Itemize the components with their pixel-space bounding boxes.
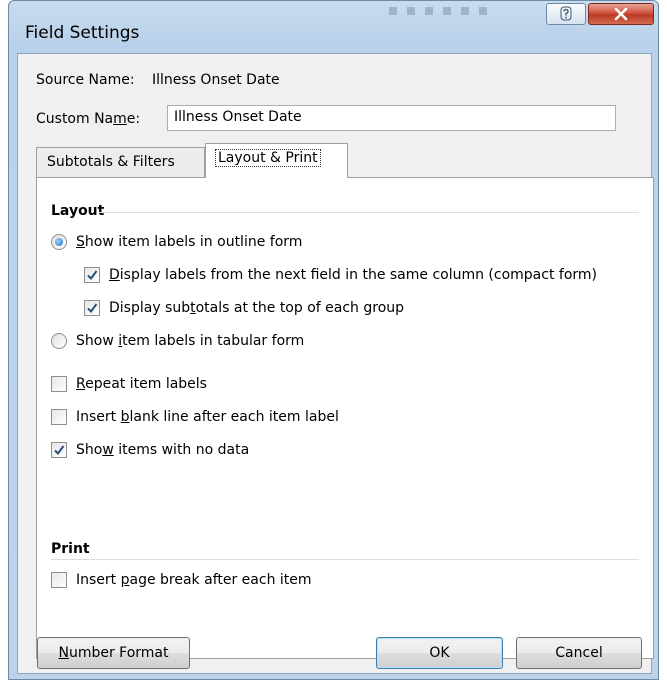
cancel-button[interactable]: Cancel <box>516 637 642 669</box>
checkmark-icon <box>54 445 65 456</box>
tabular-form-label: Show item labels in tabular form <box>76 333 305 349</box>
print-separator <box>51 559 639 560</box>
tab-label: Layout & Print <box>215 149 321 167</box>
tabular-form-radio[interactable]: Show item labels in tabular form <box>51 333 304 349</box>
ok-button[interactable]: OK <box>376 637 503 669</box>
subtotals-top-checkbox[interactable]: Display subtotals at the top of each gro… <box>84 300 404 316</box>
title-bar-decoration <box>389 7 487 47</box>
subtotals-top-label: Display subtotals at the top of each gro… <box>109 300 405 316</box>
radio-unselected[interactable] <box>51 333 67 349</box>
checkbox-unchecked[interactable] <box>51 376 67 392</box>
cancel-label: Cancel <box>555 645 603 661</box>
blank-line-label: Insert blank line after each item label <box>76 409 339 425</box>
layout-print-panel: Layout Show item labels in outline form … <box>36 177 654 659</box>
repeat-labels-checkbox[interactable]: Repeat item labels <box>51 376 207 392</box>
page-break-checkbox[interactable]: Insert page break after each item <box>51 572 312 588</box>
radio-selected[interactable] <box>51 234 67 250</box>
tab-subtotals-filters[interactable]: Subtotals & Filters <box>36 147 205 177</box>
number-format-button[interactable]: Number Format <box>37 637 190 669</box>
repeat-labels-label: Repeat item labels <box>76 376 207 392</box>
custom-name-input[interactable]: Illness Onset Date <box>167 105 616 131</box>
close-button[interactable] <box>588 3 654 25</box>
number-format-label: Number Format <box>58 645 169 661</box>
show-no-data-checkbox[interactable]: Show items with no data <box>51 442 249 458</box>
tab-label: Subtotals & Filters <box>47 154 175 170</box>
field-settings-dialog: Field Settings Source Name: Illness Onse… <box>8 0 659 680</box>
tab-layout-print[interactable]: Layout & Print <box>205 143 348 178</box>
dialog-body: Source Name: Illness Onset Date Custom N… <box>17 53 654 674</box>
title-bar[interactable]: Field Settings <box>9 1 658 53</box>
page-break-label: Insert page break after each item <box>76 572 312 588</box>
dialog-title: Field Settings <box>25 23 140 43</box>
show-no-data-label: Show items with no data <box>76 442 250 458</box>
layout-section-title: Layout <box>51 203 105 219</box>
source-name-value: Illness Onset Date <box>152 72 280 88</box>
custom-name-label: Custom Name: <box>36 111 141 127</box>
outline-form-radio[interactable]: Show item labels in outline form <box>51 234 302 250</box>
checkbox-checked[interactable] <box>84 300 100 316</box>
checkmark-icon <box>87 270 98 281</box>
source-name-label: Source Name: <box>36 72 135 88</box>
checkbox-unchecked[interactable] <box>51 572 67 588</box>
outline-form-label: Show item labels in outline form <box>76 234 303 250</box>
checkbox-checked[interactable] <box>84 267 100 283</box>
layout-separator <box>99 212 639 213</box>
help-button[interactable] <box>546 3 586 25</box>
compact-form-checkbox[interactable]: Display labels from the next field in th… <box>84 267 597 283</box>
ok-label: OK <box>429 645 450 661</box>
compact-form-label: Display labels from the next field in th… <box>109 267 598 283</box>
checkbox-unchecked[interactable] <box>51 409 67 425</box>
blank-line-checkbox[interactable]: Insert blank line after each item label <box>51 409 339 425</box>
question-icon <box>560 6 572 21</box>
checkbox-checked[interactable] <box>51 442 67 458</box>
checkmark-icon <box>87 303 98 314</box>
print-section-title: Print <box>51 541 90 557</box>
close-icon <box>614 7 628 21</box>
